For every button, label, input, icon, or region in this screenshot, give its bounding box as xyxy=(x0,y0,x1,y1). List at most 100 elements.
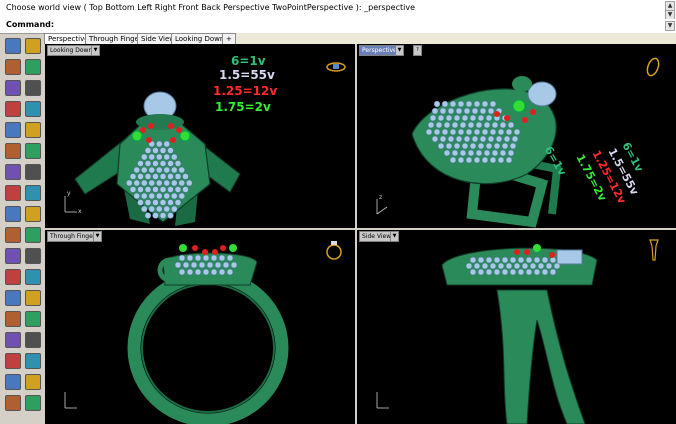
gem-stone xyxy=(159,186,167,193)
dimension-icon[interactable] xyxy=(25,311,41,327)
viewport-looking-down[interactable]: y x 6=1v 1.5=55v 1.25=12v 1.75=2v Lookin… xyxy=(45,44,355,228)
polygon-icon[interactable] xyxy=(5,122,21,138)
gem-stone xyxy=(447,107,455,115)
freeform-icon[interactable] xyxy=(5,143,21,159)
viewport-perspective[interactable]: z 6=1v 6=1v 1.5=55v 1.25=12v 1.75=2v Per… xyxy=(357,44,676,228)
gem-stone xyxy=(163,179,170,187)
cylinder-icon[interactable] xyxy=(5,206,21,222)
fillet-icon[interactable] xyxy=(25,143,41,159)
tab-looking-down[interactable]: Looking Down xyxy=(171,33,229,44)
gem-stone xyxy=(439,107,447,115)
gem-stone xyxy=(501,142,509,150)
ellipse-icon[interactable] xyxy=(25,122,41,138)
viewport-menu-button[interactable]: ▼ xyxy=(395,45,404,56)
gem-stone xyxy=(427,121,435,129)
cone-icon[interactable] xyxy=(25,206,41,222)
gem-stone xyxy=(457,100,465,108)
ring-thumbnail-icon xyxy=(326,62,346,72)
circle-icon[interactable] xyxy=(5,101,21,117)
surface-icon[interactable] xyxy=(25,164,41,180)
axis-z-label: z xyxy=(379,194,383,201)
boolean-icon[interactable] xyxy=(5,227,21,243)
text-icon[interactable] xyxy=(5,311,21,327)
command-line[interactable]: Command: ▼ xyxy=(0,19,676,34)
gem-stone xyxy=(156,192,163,200)
transform-icon[interactable] xyxy=(5,248,21,264)
polyline-icon[interactable] xyxy=(25,59,41,75)
red-gem-stone xyxy=(146,137,152,143)
red-gem-stone xyxy=(140,127,146,133)
red-gem-stone xyxy=(192,245,198,251)
gem-stone xyxy=(533,268,541,276)
gem-stone xyxy=(141,205,148,213)
mesh-icon[interactable] xyxy=(25,227,41,243)
rectangle-icon[interactable] xyxy=(25,101,41,117)
extrude-icon[interactable] xyxy=(5,164,21,180)
analyze-icon[interactable] xyxy=(5,395,21,411)
gem-stone xyxy=(481,156,489,164)
scale-icon[interactable] xyxy=(25,269,41,285)
gem-stone xyxy=(485,114,493,122)
viewport-menu-button[interactable]: ▼ xyxy=(91,45,100,56)
layer-icon[interactable] xyxy=(5,332,21,348)
help-button[interactable]: ? xyxy=(413,45,422,56)
group-icon[interactable] xyxy=(5,374,21,390)
gem-stone xyxy=(477,256,485,264)
viewport-label-perspective[interactable]: Perspective xyxy=(359,45,400,56)
viewport-menu-button[interactable]: ▼ xyxy=(93,231,102,242)
viewport-label-through-finger[interactable]: Through Finger xyxy=(47,231,99,242)
viewport-label-looking-down[interactable]: Looking Down xyxy=(47,45,96,56)
gem-stone xyxy=(144,147,152,154)
render-icon[interactable] xyxy=(25,332,41,348)
box-icon[interactable] xyxy=(5,185,21,201)
gem-stone xyxy=(473,262,481,270)
snap-icon[interactable] xyxy=(25,374,41,390)
viewport-side-view[interactable]: Side View ▼ xyxy=(357,230,676,424)
gem-stone xyxy=(425,128,433,136)
move-icon[interactable] xyxy=(25,248,41,264)
curve-icon[interactable] xyxy=(5,80,21,96)
array-icon[interactable] xyxy=(25,290,41,306)
gem-stone xyxy=(443,149,451,157)
gem-stone xyxy=(163,192,170,200)
gem-stone xyxy=(182,186,189,193)
lock-icon[interactable] xyxy=(5,353,21,369)
point-icon[interactable] xyxy=(25,38,41,54)
gem-stone xyxy=(491,149,499,157)
rotate-icon[interactable] xyxy=(5,269,21,285)
gem-stone xyxy=(190,261,198,269)
gem-stone xyxy=(477,114,485,122)
gem-stone xyxy=(186,254,194,262)
gem-stone xyxy=(467,121,475,129)
select-arrow-icon[interactable] xyxy=(5,38,21,54)
viewport-menu-button[interactable]: ▼ xyxy=(390,231,399,242)
gem-stone xyxy=(433,128,441,136)
viewport-area: y x 6=1v 1.5=55v 1.25=12v 1.75=2v Lookin… xyxy=(44,44,676,424)
gem-stone xyxy=(449,128,457,136)
gem-stone xyxy=(152,147,159,154)
gem-stone xyxy=(525,256,533,264)
more-icon[interactable] xyxy=(25,395,41,411)
gem-stone xyxy=(214,261,222,269)
tab-add[interactable]: + xyxy=(222,33,236,44)
command-history-dropdown-button[interactable]: ▼ xyxy=(665,21,675,31)
gem-stone xyxy=(129,186,137,193)
viewport-through-finger[interactable]: Through Finger ▼ xyxy=(45,230,355,424)
gem-stone xyxy=(433,100,441,108)
gem-stone xyxy=(178,254,186,262)
arc-icon[interactable] xyxy=(25,80,41,96)
gem-stone xyxy=(489,156,497,164)
gem-stone xyxy=(152,160,159,167)
gem-stone xyxy=(148,153,155,161)
gem-stone xyxy=(517,256,525,264)
gem-stone xyxy=(465,100,473,108)
line-icon[interactable] xyxy=(5,59,21,75)
gem-stone xyxy=(537,262,545,270)
hide-icon[interactable] xyxy=(25,353,41,369)
gem-stone xyxy=(437,114,445,122)
gem-stone xyxy=(437,142,445,150)
gem-stone xyxy=(497,262,505,270)
sphere-icon[interactable] xyxy=(25,185,41,201)
viewport-label-side-view[interactable]: Side View xyxy=(359,231,395,242)
mirror-icon[interactable] xyxy=(5,290,21,306)
